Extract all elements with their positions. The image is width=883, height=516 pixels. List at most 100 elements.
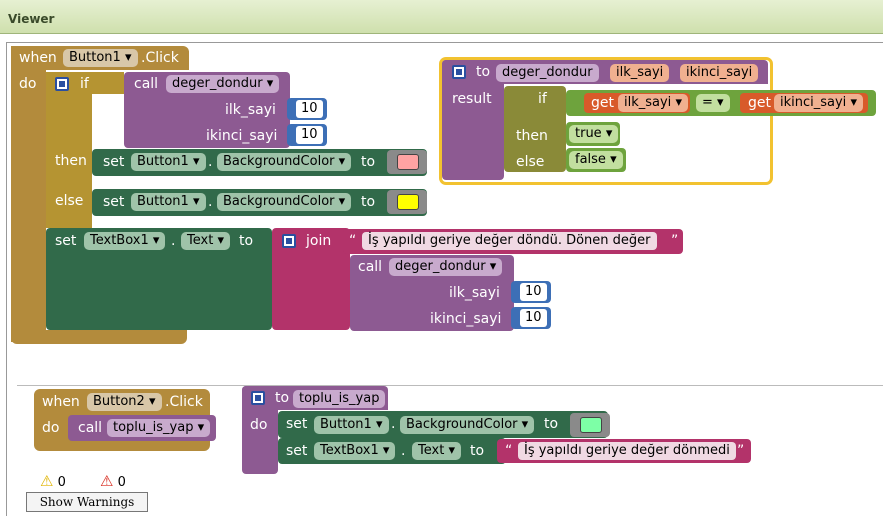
number-value[interactable]: 10	[520, 283, 547, 301]
number-value[interactable]: 10	[520, 309, 547, 327]
mutator-gear-icon[interactable]	[55, 77, 69, 91]
chevron-down-icon: ▾	[197, 420, 205, 435]
procedure-name-field[interactable]: deger_dondur	[496, 64, 599, 82]
to-label: to	[476, 64, 491, 80]
when-label: when	[19, 50, 57, 66]
chevron-down-icon: ▾	[152, 233, 160, 248]
then-label: then	[516, 128, 548, 144]
then-label: then	[55, 153, 87, 169]
chevron-down-icon: ▾	[382, 443, 390, 458]
boolean-dropdown[interactable]: true ▾	[569, 125, 619, 143]
set-label: set	[286, 443, 308, 459]
chevron-down-icon: ▾	[521, 417, 529, 432]
chevron-down-icon: ▾	[338, 194, 346, 209]
chevron-down-icon: ▾	[605, 126, 613, 141]
viewer-title: Viewer	[8, 12, 55, 26]
get-label: get	[591, 95, 614, 111]
chevron-down-icon: ▾	[675, 95, 682, 110]
dot-label: .	[401, 443, 406, 459]
arg-ilk-sayi-label: ilk_sayi	[449, 285, 500, 301]
number-value[interactable]: 10	[296, 100, 323, 118]
chevron-down-icon: ▾	[850, 95, 857, 110]
event-name: .Click	[165, 394, 203, 410]
if-label: if	[80, 76, 89, 92]
mutator-gear-icon[interactable]	[282, 234, 296, 248]
show-warnings-button[interactable]: Show Warnings	[26, 492, 148, 512]
number-value[interactable]: 10	[296, 126, 323, 144]
procedure-dropdown[interactable]: toplu_is_yap ▾	[107, 419, 211, 437]
component-dropdown[interactable]: TextBox1 ▾	[84, 232, 166, 250]
else-label: else	[516, 154, 545, 170]
chevron-down-icon: ▾	[217, 233, 224, 248]
arg-ilk-sayi-label: ilk_sayi	[225, 102, 276, 118]
dot-label: .	[208, 194, 213, 210]
set-label: set	[103, 194, 125, 210]
string-value[interactable]: İş yapıldı geriye değer dönmedi	[518, 442, 736, 460]
quote-open-label: “	[505, 443, 513, 459]
mutator-gear-icon[interactable]	[251, 391, 265, 405]
property-dropdown[interactable]: Text ▾	[181, 232, 230, 250]
chevron-down-icon: ▾	[489, 259, 497, 274]
viewer-header: Viewer	[0, 0, 883, 34]
chevron-down-icon: ▾	[375, 417, 383, 432]
event-name: .Click	[141, 50, 179, 66]
property-dropdown[interactable]: BackgroundColor ▾	[400, 416, 535, 434]
do-label: do	[250, 417, 268, 433]
component-dropdown[interactable]: Button1 ▾	[63, 49, 138, 67]
join-label: join	[306, 233, 332, 249]
set-label: set	[103, 154, 125, 170]
dot-label: .	[208, 154, 213, 170]
variable-dropdown[interactable]: ilk_sayi ▾	[618, 94, 688, 112]
component-dropdown[interactable]: TextBox1 ▾	[314, 442, 396, 460]
else-label: else	[55, 193, 84, 209]
component-dropdown[interactable]: Button1 ▾	[314, 416, 389, 434]
procedure-dropdown[interactable]: deger_dondur ▾	[166, 75, 280, 93]
quote-close-label: ”	[737, 443, 745, 459]
param-ilk-sayi[interactable]: ilk_sayi	[610, 64, 670, 82]
procedure-deger-dondur[interactable]: to deger_dondur ilk_sayi ikinci_sayi res…	[439, 57, 876, 185]
to-label: to	[544, 416, 559, 432]
string-value[interactable]: İş yapıldı geriye değer döndü. Dönen değ…	[362, 232, 657, 250]
error-triangle-icon: ⚠	[100, 472, 114, 490]
chevron-down-icon: ▾	[448, 443, 455, 458]
color-swatch-green[interactable]	[580, 417, 602, 433]
procedure-name-field[interactable]: toplu_is_yap	[293, 390, 386, 408]
arg-ikinci-sayi-label: ikinci_sayi	[430, 311, 502, 327]
do-label: do	[19, 76, 37, 92]
procedure-dropdown[interactable]: deger_dondur ▾	[389, 258, 503, 276]
property-dropdown[interactable]: BackgroundColor ▾	[217, 153, 352, 171]
param-ikinci-sayi[interactable]: ikinci_sayi	[680, 64, 759, 82]
arg-ikinci-sayi-label: ikinci_sayi	[206, 128, 278, 144]
result-label: result	[452, 91, 492, 107]
warning-triangle-icon: ⚠	[40, 472, 54, 490]
component-dropdown[interactable]: Button1 ▾	[131, 153, 206, 171]
when-label: when	[42, 394, 80, 410]
to-label: to	[470, 443, 485, 459]
operator-dropdown[interactable]: = ▾	[696, 94, 730, 112]
to-label: to	[361, 194, 376, 210]
chevron-down-icon: ▾	[124, 50, 132, 65]
set-label: set	[286, 416, 308, 432]
mutator-gear-icon[interactable]	[452, 65, 466, 79]
warning-count: 0	[57, 475, 66, 490]
color-swatch-pink[interactable]	[397, 154, 419, 170]
variable-dropdown[interactable]: ikinci_sayi ▾	[774, 94, 863, 112]
property-dropdown[interactable]: BackgroundColor ▾	[217, 193, 352, 211]
dot-label: .	[391, 416, 396, 432]
to-label: to	[275, 390, 290, 406]
chevron-down-icon: ▾	[717, 95, 724, 110]
property-dropdown[interactable]: Text ▾	[412, 442, 461, 460]
boolean-dropdown[interactable]: false ▾	[569, 151, 623, 169]
workspace-divider	[17, 385, 883, 386]
chevron-down-icon: ▾	[266, 76, 274, 91]
to-label: to	[361, 154, 376, 170]
component-dropdown[interactable]: Button2 ▾	[87, 393, 162, 411]
component-dropdown[interactable]: Button1 ▾	[131, 193, 206, 211]
do-label: do	[42, 420, 60, 436]
color-swatch-yellow[interactable]	[397, 194, 419, 210]
error-count: 0	[117, 475, 126, 490]
call-label: call	[358, 259, 383, 275]
chevron-down-icon: ▾	[192, 194, 200, 209]
chevron-down-icon: ▾	[148, 394, 156, 409]
chevron-down-icon: ▾	[338, 154, 346, 169]
